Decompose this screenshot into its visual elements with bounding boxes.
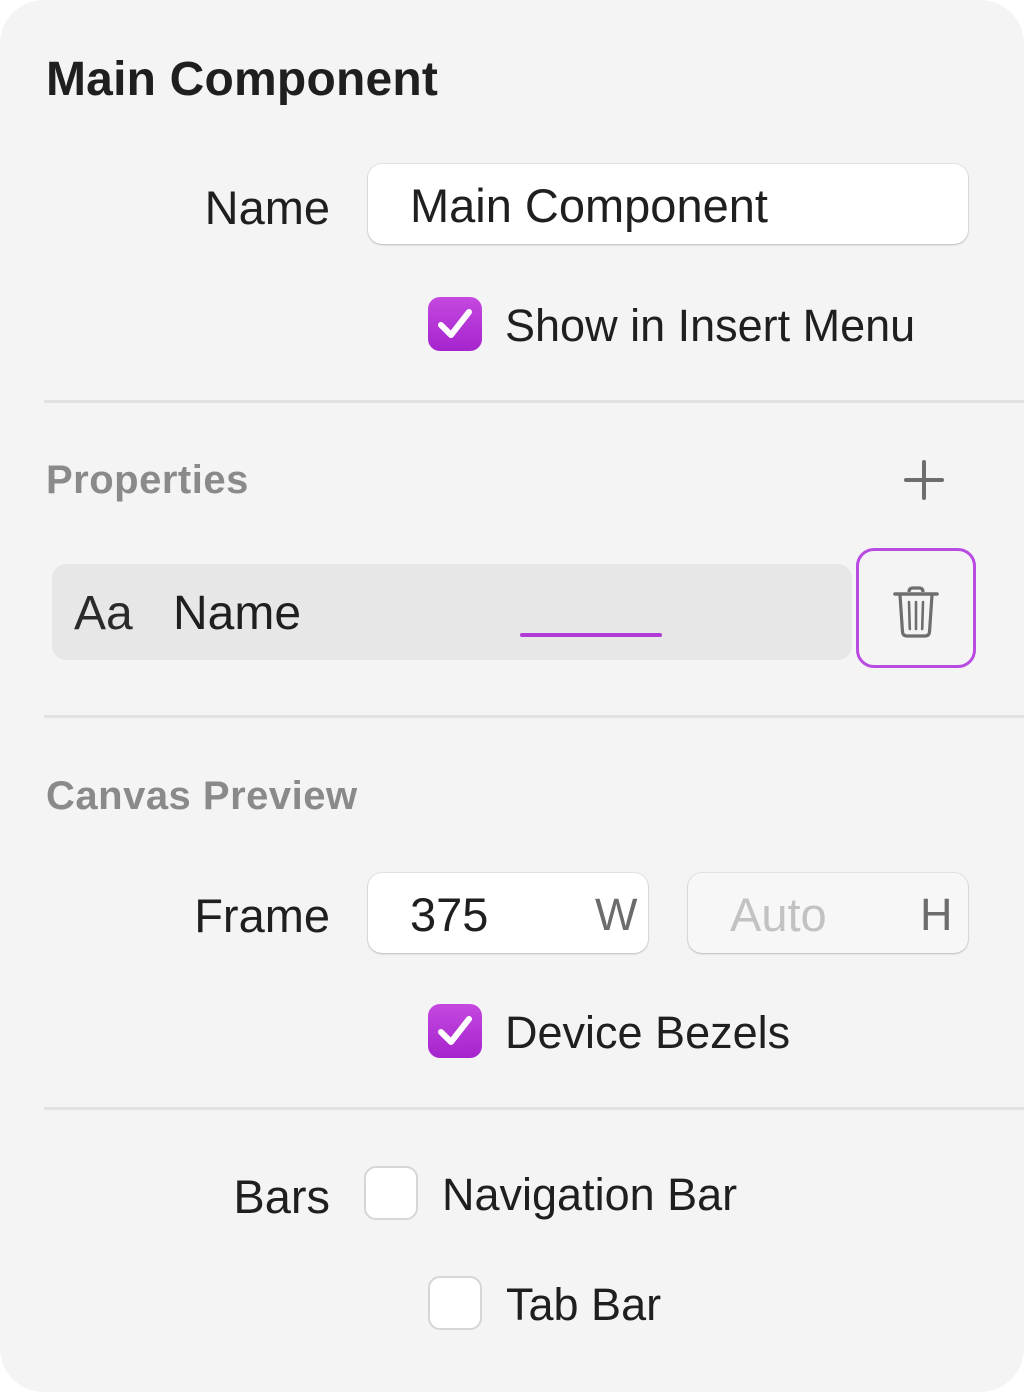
divider [44,400,1024,403]
divider [44,715,1024,718]
name-edit-underline [520,633,662,637]
plus-icon[interactable] [900,456,948,504]
name-field[interactable]: Main Component [368,164,968,244]
panel-title: Main Component [46,53,439,106]
properties-section-title: Properties [46,458,249,502]
delete-property-button[interactable] [856,548,976,668]
navigation-bar-label: Navigation Bar [442,1169,738,1220]
device-bezels-label: Device Bezels [505,1007,791,1058]
show-in-insert-menu-checkbox[interactable] [428,297,482,351]
canvas-preview-section-title: Canvas Preview [46,774,358,818]
trash-icon [893,586,939,638]
name-label: Name [204,181,330,234]
tab-bar-label: Tab Bar [506,1279,662,1330]
frame-height-field[interactable]: Auto H [688,873,968,953]
navigation-bar-checkbox[interactable] [364,1166,418,1220]
device-bezels-checkbox[interactable] [428,1004,482,1058]
frame-width-field[interactable]: 375 W [368,873,648,953]
frame-width-value: 375 [410,888,489,941]
text-type-icon: Aa [74,587,133,640]
component-inspector-panel: Main Component Name Main Component Show … [0,0,1024,1392]
bars-label: Bars [233,1170,330,1223]
tab-bar-checkbox[interactable] [428,1276,482,1330]
divider [44,1107,1024,1110]
checkmark-icon [438,309,472,338]
show-in-insert-menu-label: Show in Insert Menu [505,300,916,351]
name-field-value: Main Component [410,179,768,232]
frame-label: Frame [194,889,330,942]
property-row[interactable]: Aa Name [52,564,852,660]
frame-height-placeholder: Auto [730,888,827,941]
property-name[interactable]: Name [173,586,301,641]
checkmark-icon [438,1016,472,1045]
frame-height-suffix: H [920,889,953,940]
frame-width-suffix: W [595,889,638,940]
